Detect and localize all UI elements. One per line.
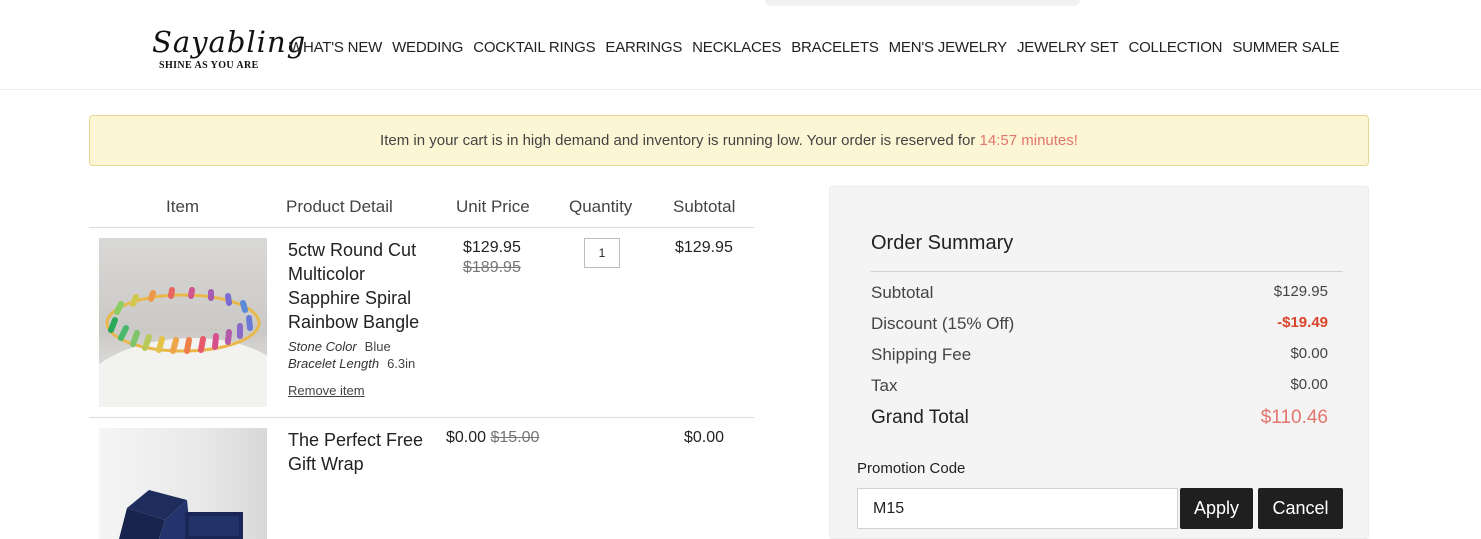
nav-necklaces[interactable]: NECKLACES xyxy=(692,38,781,58)
item-subtotal: $129.95 xyxy=(675,239,733,256)
nav-bracelets[interactable]: BRACELETS xyxy=(791,38,879,58)
original-price: $189.95 xyxy=(463,259,521,276)
summary-row-tax: Tax $0.00 xyxy=(871,376,1328,396)
product-name[interactable]: 5ctw Round Cut Multicolor Sapphire Spira… xyxy=(288,238,428,334)
summary-row-shipping: Shipping Fee $0.00 xyxy=(871,345,1328,365)
top-search-bar[interactable] xyxy=(765,0,1080,6)
product-name[interactable]: The Perfect Free Gift Wrap xyxy=(288,428,428,476)
unit-price-value: $0.00 xyxy=(446,429,487,446)
nav-whats-new[interactable]: WHAT'S NEW xyxy=(289,38,382,58)
nav-mens-jewelry[interactable]: MEN'S JEWELRY xyxy=(889,38,1008,58)
nav-cocktail-rings[interactable]: COCKTAIL RINGS xyxy=(473,38,595,58)
apply-button[interactable]: Apply xyxy=(1180,488,1253,529)
item-subtotal: $0.00 xyxy=(684,429,725,446)
product-image-bangle[interactable] xyxy=(99,238,267,407)
summary-value: $0.00 xyxy=(1290,376,1328,393)
unit-price: $0.00 $15.00 xyxy=(446,429,539,447)
nav-jewelry-set[interactable]: JEWELRY SET xyxy=(1017,38,1119,58)
attribute-label: Stone Color xyxy=(288,339,357,354)
promotion-code-label: Promotion Code xyxy=(857,460,966,477)
summary-value: -$19.49 xyxy=(1277,314,1328,331)
attribute-label: Bracelet Length xyxy=(288,356,380,371)
summary-row-discount: Discount (15% Off) -$19.49 xyxy=(871,314,1328,334)
product-image-gift-wrap[interactable] xyxy=(99,428,267,539)
inventory-alert: Item in your cart is in high demand and … xyxy=(89,115,1369,166)
alert-message: Item in your cart is in high demand and … xyxy=(380,132,980,149)
logo-wordmark: Sayabling xyxy=(152,25,307,59)
bangle-illustration xyxy=(105,287,261,354)
gift-box-illustration xyxy=(119,490,243,539)
column-header-item: Item xyxy=(166,197,200,216)
remove-item-link[interactable]: Remove item xyxy=(288,383,365,398)
main-nav: WHAT'S NEW WEDDING COCKTAIL RINGS EARRIN… xyxy=(289,38,1349,58)
nav-earrings[interactable]: EARRINGS xyxy=(605,38,682,58)
product-attribute-stone-color: Stone Color Blue xyxy=(288,339,391,354)
nav-wedding[interactable]: WEDDING xyxy=(392,38,463,58)
product-attribute-bracelet-length: Bracelet Length 6.3in xyxy=(288,356,415,371)
promotion-code-input[interactable]: M15 xyxy=(857,488,1178,529)
column-header-unit-price: Unit Price xyxy=(456,197,530,216)
grand-total-value: $110.46 xyxy=(1260,407,1328,428)
summary-label: Tax xyxy=(871,376,898,395)
grand-total-label: Grand Total xyxy=(871,407,969,428)
nav-collection[interactable]: COLLECTION xyxy=(1128,38,1222,58)
summary-value: $0.00 xyxy=(1290,345,1328,362)
summary-label: Shipping Fee xyxy=(871,345,972,364)
row-divider xyxy=(89,417,754,418)
column-header-product-detail: Product Detail xyxy=(286,197,393,216)
nav-summer-sale[interactable]: SUMMER SALE xyxy=(1232,38,1339,58)
summary-label: Discount (15% Off) xyxy=(871,314,1015,333)
table-header-divider xyxy=(89,227,754,228)
attribute-value: 6.3in xyxy=(387,356,416,371)
attribute-value: Blue xyxy=(364,339,391,354)
order-summary-panel: Order Summary Subtotal $129.95 Discount … xyxy=(829,186,1369,539)
unit-price: $129.95 xyxy=(463,239,521,256)
summary-value: $129.95 xyxy=(1273,283,1328,300)
column-header-subtotal: Subtotal xyxy=(673,197,736,216)
quantity-input[interactable]: 1 xyxy=(584,238,620,268)
column-header-quantity: Quantity xyxy=(569,197,633,216)
logo-tagline: SHINE AS YOU ARE xyxy=(159,60,259,71)
original-price: $15.00 xyxy=(490,429,540,446)
site-header: Sayabling SHINE AS YOU ARE WHAT'S NEW WE… xyxy=(0,0,1481,90)
cancel-button[interactable]: Cancel xyxy=(1258,488,1343,529)
summary-row-subtotal: Subtotal $129.95 xyxy=(871,283,1328,303)
reservation-timer: 14:57 minutes! xyxy=(979,132,1078,149)
summary-label: Subtotal xyxy=(871,283,934,302)
summary-divider xyxy=(871,271,1343,272)
summary-row-grand-total: Grand Total $110.46 xyxy=(871,407,1328,429)
order-summary-title: Order Summary xyxy=(871,232,1014,254)
logo[interactable]: Sayabling SHINE AS YOU ARE xyxy=(152,24,305,76)
